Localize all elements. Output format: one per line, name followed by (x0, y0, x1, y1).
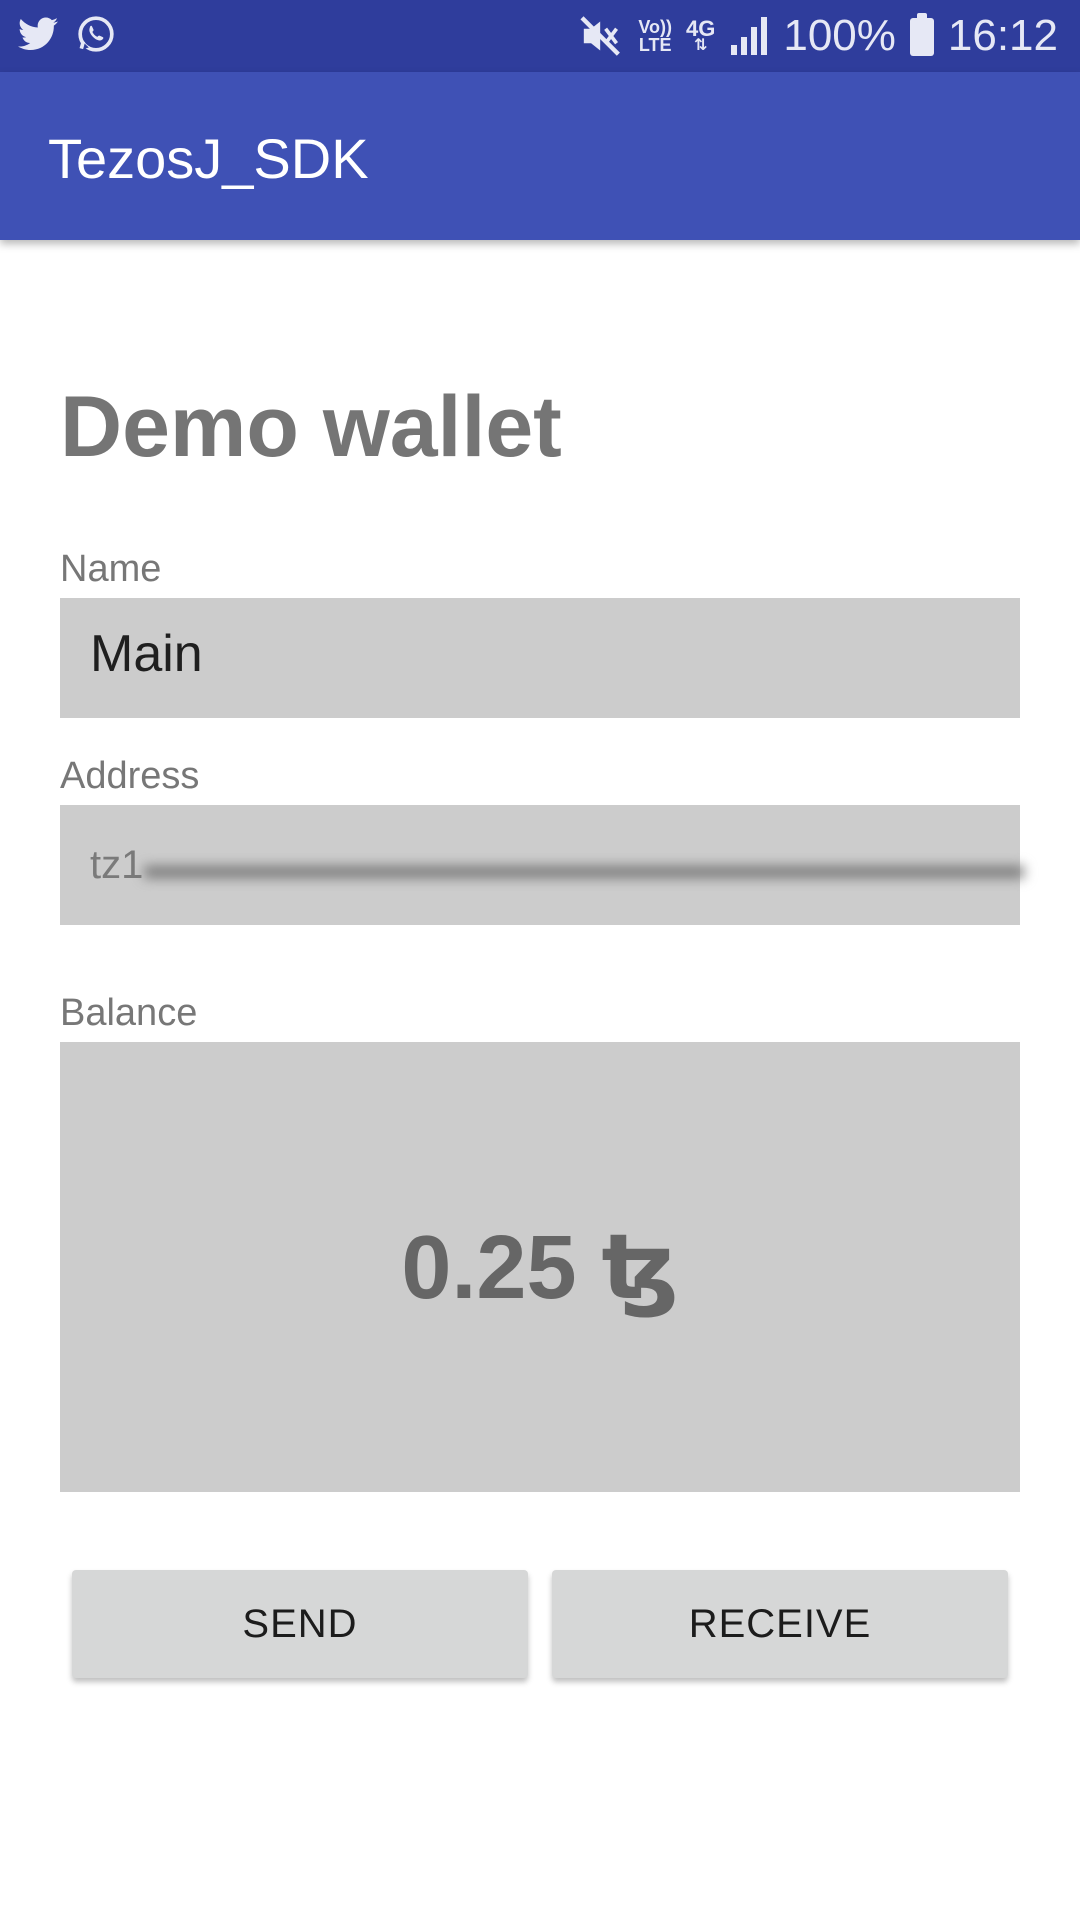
receive-button[interactable]: RECEIVE (552, 1570, 1008, 1678)
volte-bottom-label: LTE (638, 35, 672, 55)
vibrate-mute-icon (580, 16, 624, 56)
name-value: Main (90, 625, 203, 683)
clock: 16:12 (947, 11, 1058, 60)
page-title: Demo wallet (60, 379, 562, 475)
address-prefix: tz1 (90, 843, 144, 887)
status-bar: Vo)) LTE 4G ⇅ 100% 16:12 (0, 0, 1080, 72)
volte-top-label: Vo)) (638, 17, 672, 37)
whatsapp-icon (76, 14, 116, 54)
network-type: 4G ⇅ (685, 16, 716, 54)
name-field[interactable]: Main (60, 598, 1020, 718)
volte-indicator: Vo)) LTE (638, 18, 672, 54)
address-field[interactable]: tz1 ▬▬▬▬▬▬▬▬▬▬▬▬▬▬▬▬▬▬▬▬▬▬ (60, 805, 1024, 925)
battery-icon (909, 13, 934, 56)
battery-percent: 100% (783, 11, 896, 60)
data-arrows-icon: ⇅ (693, 37, 708, 54)
signal-icon (729, 17, 769, 55)
app-bar: TezosJ_SDK (0, 72, 1080, 240)
balance-label: Balance (60, 992, 198, 1034)
twitter-icon (18, 16, 58, 52)
balance-panel: 0.25 ꜩ (60, 1042, 1020, 1492)
balance-value: 0.25 ꜩ (401, 1217, 679, 1318)
status-bar-system: Vo)) LTE 4G ⇅ 100% 16:12 (580, 10, 1058, 62)
address-label: Address (60, 755, 200, 797)
network-type-label: 4G (685, 16, 716, 41)
status-bar-notifications (18, 14, 116, 54)
send-button[interactable]: SEND (72, 1570, 528, 1678)
name-label: Name (60, 548, 162, 590)
address-redacted: ▬▬▬▬▬▬▬▬▬▬▬▬▬▬▬▬▬▬▬▬▬▬ (144, 843, 1024, 887)
app-title: TezosJ_SDK (48, 127, 369, 190)
